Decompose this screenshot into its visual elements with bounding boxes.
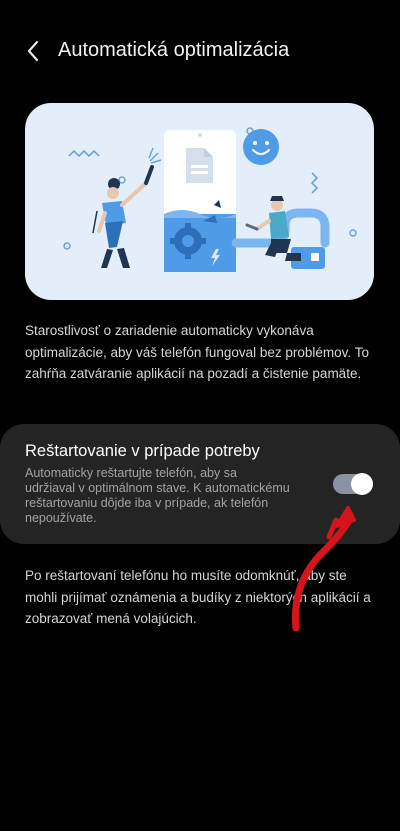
restart-setting-title: Reštartovanie v prípade potreby xyxy=(25,442,260,460)
header-bar: Automatická optimalizácia xyxy=(0,30,400,72)
optimization-description: Starostlivosť o zariadenie automaticky v… xyxy=(25,323,369,381)
restart-toggle[interactable] xyxy=(333,472,373,496)
smiley-icon xyxy=(243,129,279,165)
document-icon xyxy=(186,148,213,183)
unlock-note: Po reštartovaní telefónu ho musíte odomk… xyxy=(25,568,371,626)
chevron-left-icon xyxy=(27,40,39,62)
optimization-illustration xyxy=(25,103,374,300)
back-button[interactable] xyxy=(20,36,46,66)
toggle-thumb xyxy=(351,473,373,495)
restart-setting-card[interactable]: Reštartovanie v prípade potreby Automati… xyxy=(0,424,400,544)
page-title: Automatická optimalizácia xyxy=(58,39,290,61)
restart-setting-subtitle: Automaticky reštartujte telefón, aby sa … xyxy=(25,466,290,525)
